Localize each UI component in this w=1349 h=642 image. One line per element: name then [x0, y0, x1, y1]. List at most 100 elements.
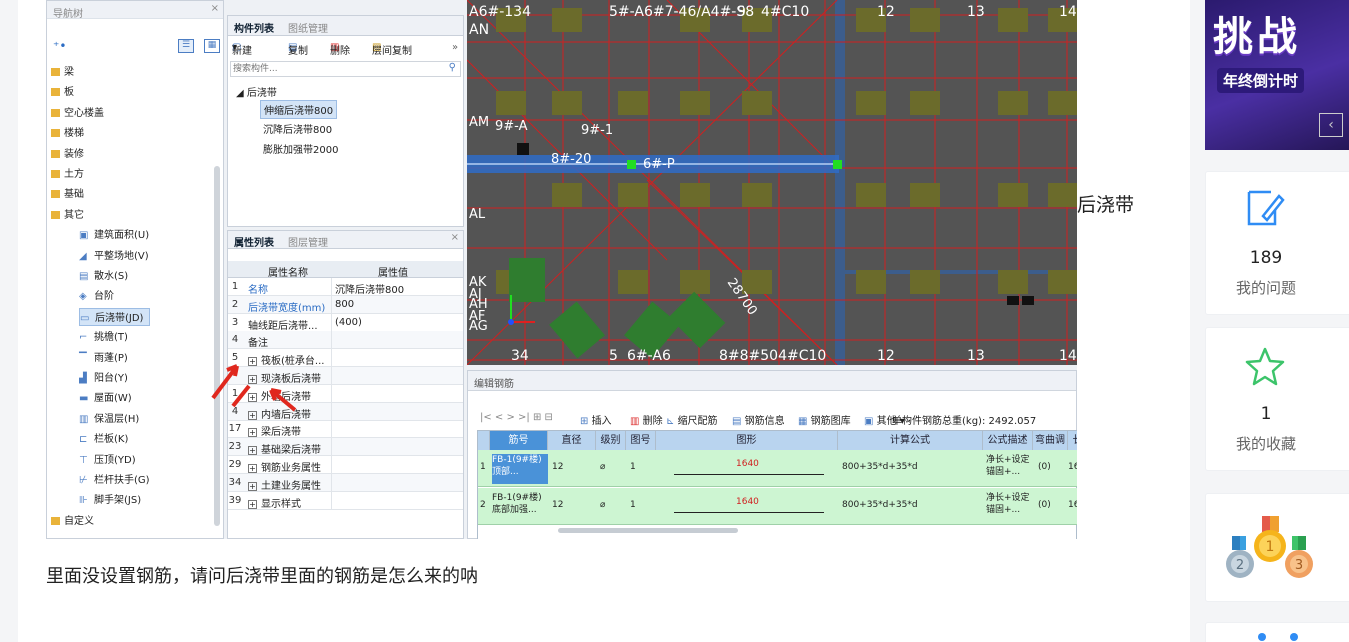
grid-view-icon[interactable]: ▦ [204, 39, 220, 53]
rebar-cell-len[interactable]: 1640 [736, 497, 776, 507]
rebar-cell-name[interactable]: FB-1(9#楼) 底部加强... [492, 492, 548, 522]
nav-scrollbar[interactable] [214, 166, 220, 526]
cad-viewport[interactable]: A6#-134 AN 5#-A6#7-46/A4#-S8 9 4#C10 12 13 14 34… [467, 0, 1077, 365]
property-value[interactable]: 沉降后浇带800 [335, 281, 404, 296]
rebar-toolbar-item[interactable]: ▤ 钢筋信息 [732, 412, 785, 427]
close-icon[interactable]: × [211, 3, 219, 14]
nav-sub-item[interactable]: ⊏ 栏板(K) [79, 430, 128, 448]
component-search[interactable]: ⚲ [230, 61, 461, 77]
rebar-toolbar-item[interactable]: ⊾ 缩尺配筋 [666, 412, 718, 427]
rebar-cell-dia[interactable]: 12 [552, 500, 592, 510]
rebar-toolbar-item[interactable]: ▥ 删除 [630, 412, 663, 427]
nav-sub-item[interactable]: ▣ 建筑面积(U) [79, 226, 149, 244]
expand-icon[interactable]: + [248, 481, 257, 491]
rebar-column-header[interactable]: 直径(mm) [548, 431, 596, 465]
component-list-item[interactable]: 伸缩后浇带800 [260, 100, 338, 119]
rebar-cell-dia[interactable]: 12 [552, 462, 592, 472]
nav-sub-item[interactable]: ▭ 后浇带(JD) [79, 307, 151, 326]
component-search-input[interactable] [231, 62, 431, 76]
nav-group[interactable]: 空心楼盖 [51, 104, 104, 122]
nav-sub-item[interactable]: ▟ 阳台(Y) [79, 369, 128, 387]
stat-card-more[interactable] [1205, 622, 1349, 642]
property-row[interactable]: 29 + 钢筋业务属性 [228, 456, 463, 474]
pager-controls[interactable]: |< < > >| ⊞ ⊟ [480, 412, 553, 423]
rebar-column-header[interactable]: 图号 [626, 431, 656, 450]
nav-sub-item[interactable]: ⊬ 栏杆扶手(G) [79, 471, 150, 489]
expand-icon[interactable]: + [248, 446, 257, 456]
rebar-cell-desc[interactable]: 净长+设定锚固+... [986, 492, 1032, 516]
tab-component-list[interactable]: 构件列表 [234, 20, 274, 35]
chevron-left-icon[interactable]: ‹ [1319, 113, 1343, 137]
nav-group[interactable]: 梁 [51, 63, 74, 81]
rebar-cell-fig[interactable]: 1 [630, 500, 656, 510]
nav-group[interactable]: 基础 [51, 185, 84, 203]
nav-sub-item[interactable]: ▔ 雨蓬(P) [79, 349, 128, 367]
rebar-cell-grade[interactable]: ⌀ [600, 462, 626, 472]
rebar-column-header[interactable]: 长 [1068, 431, 1077, 450]
expand-icon[interactable]: + [248, 499, 257, 509]
stat-card-questions[interactable]: 189 我的问题 [1205, 171, 1349, 315]
rebar-scrollbar[interactable] [558, 528, 738, 533]
rebar-toolbar-item[interactable]: ▦ 钢筋图库 [798, 412, 851, 427]
rebar-cell-n[interactable]: 1 [480, 462, 490, 472]
property-row[interactable]: 23 + 基础梁后浇带 [228, 438, 463, 457]
rebar-toolbar-item[interactable]: ⊞ 插入 [580, 412, 612, 427]
rebar-column-header[interactable]: 公式描述 [983, 431, 1033, 450]
nav-group[interactable]: 土方 [51, 165, 84, 183]
nav-group[interactable]: 其它 [51, 206, 84, 224]
tab-layer-management[interactable]: 图层管理 [288, 234, 328, 249]
rebar-cell-name[interactable]: FB-1(9#楼) 顶部... [492, 454, 548, 484]
rebar-column-header[interactable]: 计算公式 [838, 431, 983, 450]
stat-card-favorites[interactable]: 1 我的收藏 [1205, 327, 1349, 471]
nav-sub-item[interactable]: ⊤ 压顶(YD) [79, 451, 136, 469]
nav-sub-item[interactable]: ⊪ 脚手架(JS) [79, 491, 141, 509]
rebar-cell-desc[interactable]: 净长+设定锚固+... [986, 454, 1032, 478]
rebar-cell-formula[interactable]: 800+35*d+35*d [842, 462, 982, 472]
rebar-column-header[interactable]: 筋号 [490, 431, 548, 450]
nav-group[interactable]: 板 [51, 83, 74, 101]
medals-card[interactable]: 2 1 3 [1205, 493, 1349, 602]
list-view-icon[interactable]: ☰ [178, 39, 194, 53]
rebar-cell-long[interactable]: 16 [1068, 462, 1077, 472]
tree-root[interactable]: ◢ 后浇带 [236, 84, 277, 99]
promo-banner[interactable]: 挑战 年终倒计时 ‹ [1205, 0, 1349, 150]
property-value[interactable]: 800 [335, 299, 354, 310]
rebar-cell-len[interactable]: 1640 [736, 459, 776, 469]
expand-icon[interactable]: + [248, 464, 257, 473]
tab-drawing-management[interactable]: 图纸管理 [288, 20, 328, 35]
filter-icon[interactable]: ⁺• [53, 39, 66, 53]
tab-property-list[interactable]: 属性列表 [234, 234, 274, 249]
property-value[interactable]: (400) [335, 317, 362, 328]
component-list-item[interactable]: 沉降后浇带800 [260, 120, 335, 137]
close-icon[interactable]: × [451, 232, 459, 243]
rebar-cell-fig[interactable]: 1 [630, 462, 656, 472]
search-icon[interactable]: ⚲ [449, 62, 456, 73]
nav-group[interactable]: 自定义 [51, 512, 94, 530]
nav-group[interactable]: 楼梯 [51, 124, 84, 142]
component-list-item[interactable]: 膨胀加强带2000 [260, 140, 341, 157]
rebar-cell-n[interactable]: 2 [480, 500, 490, 510]
nav-sub-item[interactable]: ◈ 台阶 [79, 287, 114, 305]
nav-sub-item[interactable]: ▬ 屋面(W) [79, 389, 132, 407]
nav-group[interactable]: 装修 [51, 145, 84, 163]
rebar-column-header[interactable]: 级别 [596, 431, 626, 450]
rebar-cell-formula[interactable]: 800+35*d+35*d [842, 500, 982, 510]
more-icon[interactable]: » [452, 42, 458, 53]
rebar-cell-adj[interactable]: (0) [1038, 500, 1062, 510]
property-row[interactable]: 2 后浇带宽度(mm) 800 [228, 295, 463, 314]
nav-sub-item[interactable]: ▤ 散水(S) [79, 267, 128, 285]
rebar-column-header[interactable]: 图形 [656, 431, 838, 450]
property-row[interactable]: 34 + 土建业务属性 [228, 473, 463, 492]
nav-sub-item[interactable]: ◢ 平整场地(V) [79, 247, 149, 265]
nav-sub-item[interactable]: ⌐ 挑檐(T) [79, 328, 128, 346]
new-button[interactable]: ▢ 新建 ▾ [232, 42, 252, 57]
property-row[interactable]: 3 轴线距后浇带... (400) [228, 313, 463, 332]
property-row[interactable]: 39 + 显示样式 [228, 491, 463, 510]
rebar-cell-long[interactable]: 16 [1068, 500, 1077, 510]
rebar-cell-adj[interactable]: (0) [1038, 462, 1062, 472]
property-row[interactable]: 4 备注 [228, 331, 463, 350]
nav-sub-item[interactable]: ▥ 保温层(H) [79, 410, 139, 428]
rebar-column-header[interactable]: 弯曲调整 [1033, 431, 1068, 465]
rebar-cell-grade[interactable]: ⌀ [600, 500, 626, 510]
property-row[interactable]: 1 名称 沉降后浇带800 [228, 278, 463, 296]
